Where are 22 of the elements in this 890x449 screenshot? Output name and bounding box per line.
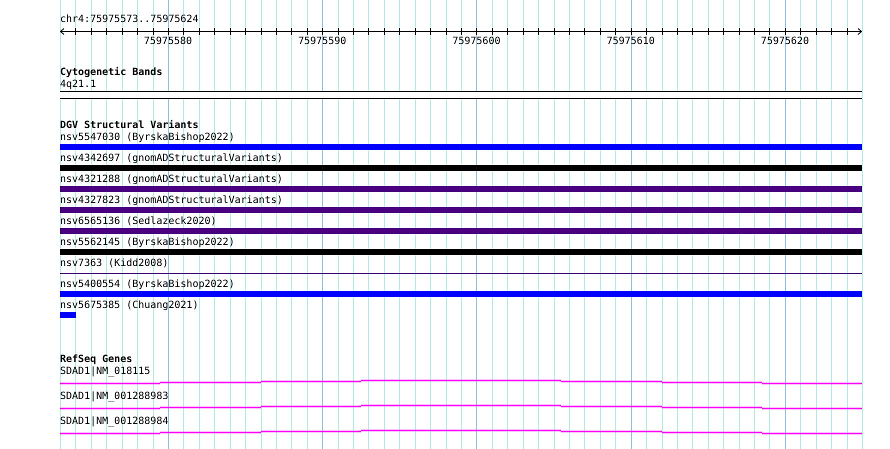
feature-label: nsv4327823 (gnomADStructuralVariants): [60, 195, 283, 207]
feature-label: nsv5675385 (Chuang2021): [60, 300, 198, 312]
feature-label: nsv4342697 (gnomADStructuralVariants): [60, 153, 283, 165]
transcript-label: SDAD1|NM_001288983: [60, 391, 168, 403]
tick-label: 75975600: [452, 36, 500, 47]
track-title: DGV Structural Variants: [60, 120, 198, 132]
transcript-label: SDAD1|NM_018115: [60, 366, 150, 378]
tick-label: 75975590: [298, 36, 346, 47]
band-label: 4q21.1: [60, 79, 96, 91]
feature-label: nsv6565136 (Sedlazeck2020): [60, 216, 217, 228]
track-title: RefSeq Genes: [60, 354, 132, 366]
tick-label: 75975620: [760, 36, 809, 47]
transcript-label: SDAD1|NM_001288984: [60, 416, 168, 428]
tick-label: 75975610: [606, 36, 655, 47]
track-title: Cytogenetic Bands: [60, 67, 162, 79]
tick-label: 75975580: [144, 36, 192, 47]
feature-label: nsv4321288 (gnomADStructuralVariants): [60, 174, 283, 186]
feature-label: nsv7363 (Kidd2008): [60, 258, 168, 270]
feature-label: nsv5400554 (ByrskaBishop2022): [60, 279, 235, 291]
feature-label: nsv5562145 (ByrskaBishop2022): [60, 237, 235, 249]
locus-label: chr4:75975573..75975624: [60, 14, 200, 26]
feature-label: nsv5547030 (ByrskaBishop2022): [60, 132, 235, 144]
